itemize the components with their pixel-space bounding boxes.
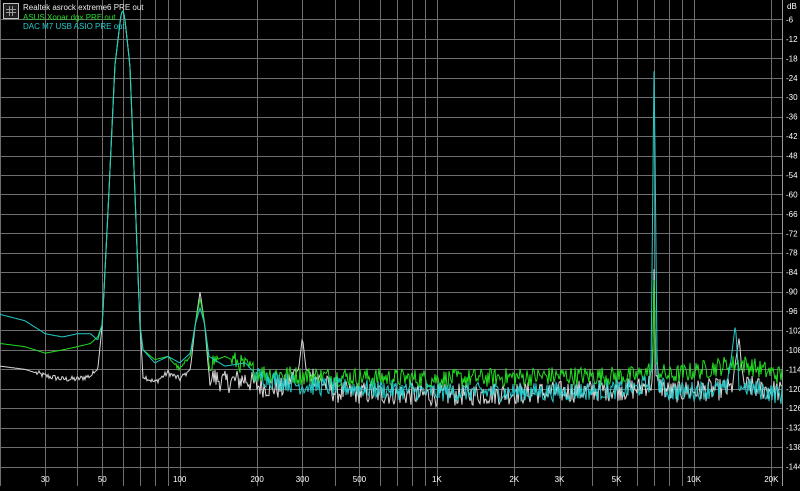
x-tick-label: 10K [687,475,702,484]
y-tick-label: -138 [786,443,800,452]
y-tick-label: -18 [786,54,798,63]
y-tick-label: -96 [786,307,798,316]
x-tick-label: 500 [353,475,367,484]
x-tick-label: 5K [612,475,622,484]
y-tick-label: -114 [786,365,800,374]
y-tick-label: -48 [786,152,798,161]
y-tick-label: -24 [786,74,798,83]
x-tick-label: 1K [432,475,442,484]
y-tick-label: -36 [786,113,798,122]
y-tick-label: -144 [786,463,800,472]
x-tick-label: 50 [98,475,107,484]
y-axis-unit-label: dB [787,2,797,11]
y-tick-label: -78 [786,249,798,258]
y-tick-label: -66 [786,210,798,219]
x-tick-label: 200 [250,475,264,484]
y-tick-label: -72 [786,229,798,238]
y-tick-label: -132 [786,424,800,433]
x-tick-label: 100 [173,475,187,484]
y-tick-label: -126 [786,404,800,413]
graph-settings-icon[interactable] [3,3,19,19]
y-tick-label: -54 [786,171,798,180]
plot-canvas: 30 50 100 200 300 500 1K 2K 3K 5K 10K 20K -6 -12 -18 -… [0,0,800,486]
y-tick-label: -60 [786,190,798,199]
y-tick-label: -120 [786,385,800,394]
spectrum-plot: 30 50 100 200 300 500 1K 2K 3K 5K 10K 20K -6 -12 -18 -… [0,0,800,486]
x-tick-label: 300 [296,475,310,484]
y-tick-label: -30 [786,93,798,102]
y-tick-label: -6 [786,15,794,24]
y-tick-label: -108 [786,346,800,355]
legend: Realtek asrock extreme6 PRE out ASUS Xon… [3,3,144,32]
legend-entry-realtek: Realtek asrock extreme6 PRE out [23,3,144,12]
legend-entry-dac-m7: DAC M7 USB ASIO PRE out [23,22,125,31]
y-tick-label: -12 [786,35,798,44]
y-tick-label: -42 [786,132,798,141]
legend-entry-asus: ASUS Xonar dgx PRE out [23,12,116,22]
y-tick-label: -90 [786,288,798,297]
x-tick-label: 20K [764,475,779,484]
x-tick-label: 2K [509,475,519,484]
plot-background [0,0,800,486]
x-tick-label: 3K [555,475,565,484]
x-tick-label: 30 [41,475,50,484]
y-tick-label: -102 [786,326,800,335]
y-tick-label: -84 [786,268,798,277]
legend-entries: Realtek asrock extreme6 PRE out ASUS Xon… [23,3,144,32]
